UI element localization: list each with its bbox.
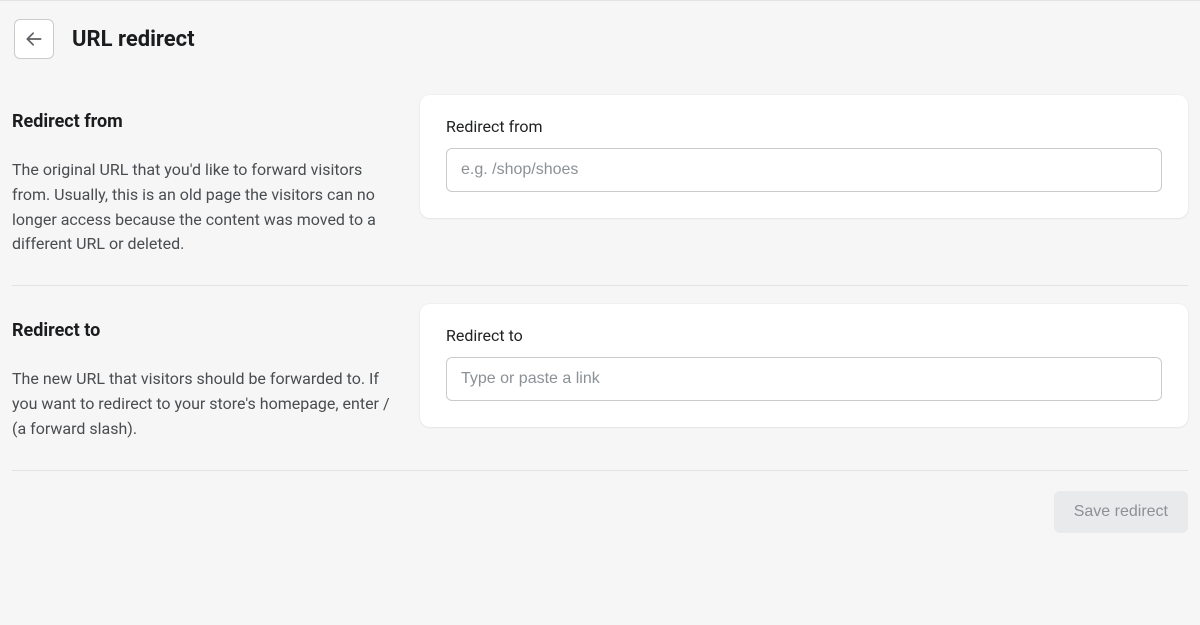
section-redirect-from: Redirect from The original URL that you'… [0,77,1200,285]
redirect-to-input[interactable] [446,357,1162,401]
section-to-description: The new URL that visitors should be forw… [12,367,392,441]
section-to-heading: Redirect to [12,320,392,341]
redirect-from-label: Redirect from [446,117,1162,136]
section-redirect-to: Redirect to The new URL that visitors sh… [0,286,1200,469]
redirect-from-card: Redirect from [420,95,1188,218]
back-button[interactable] [14,19,54,59]
redirect-to-label: Redirect to [446,326,1162,345]
page-header: URL redirect [0,1,1200,77]
section-from-info: Redirect from The original URL that you'… [12,95,392,257]
arrow-left-icon [24,29,44,49]
save-redirect-button[interactable]: Save redirect [1054,491,1188,533]
redirect-from-input[interactable] [446,148,1162,192]
footer: Save redirect [0,471,1200,533]
section-from-heading: Redirect from [12,111,392,132]
page-title: URL redirect [72,27,195,52]
section-to-form: Redirect to [420,304,1188,441]
section-to-info: Redirect to The new URL that visitors sh… [12,304,392,441]
redirect-to-card: Redirect to [420,304,1188,427]
section-from-form: Redirect from [420,95,1188,257]
section-from-description: The original URL that you'd like to forw… [12,158,392,257]
